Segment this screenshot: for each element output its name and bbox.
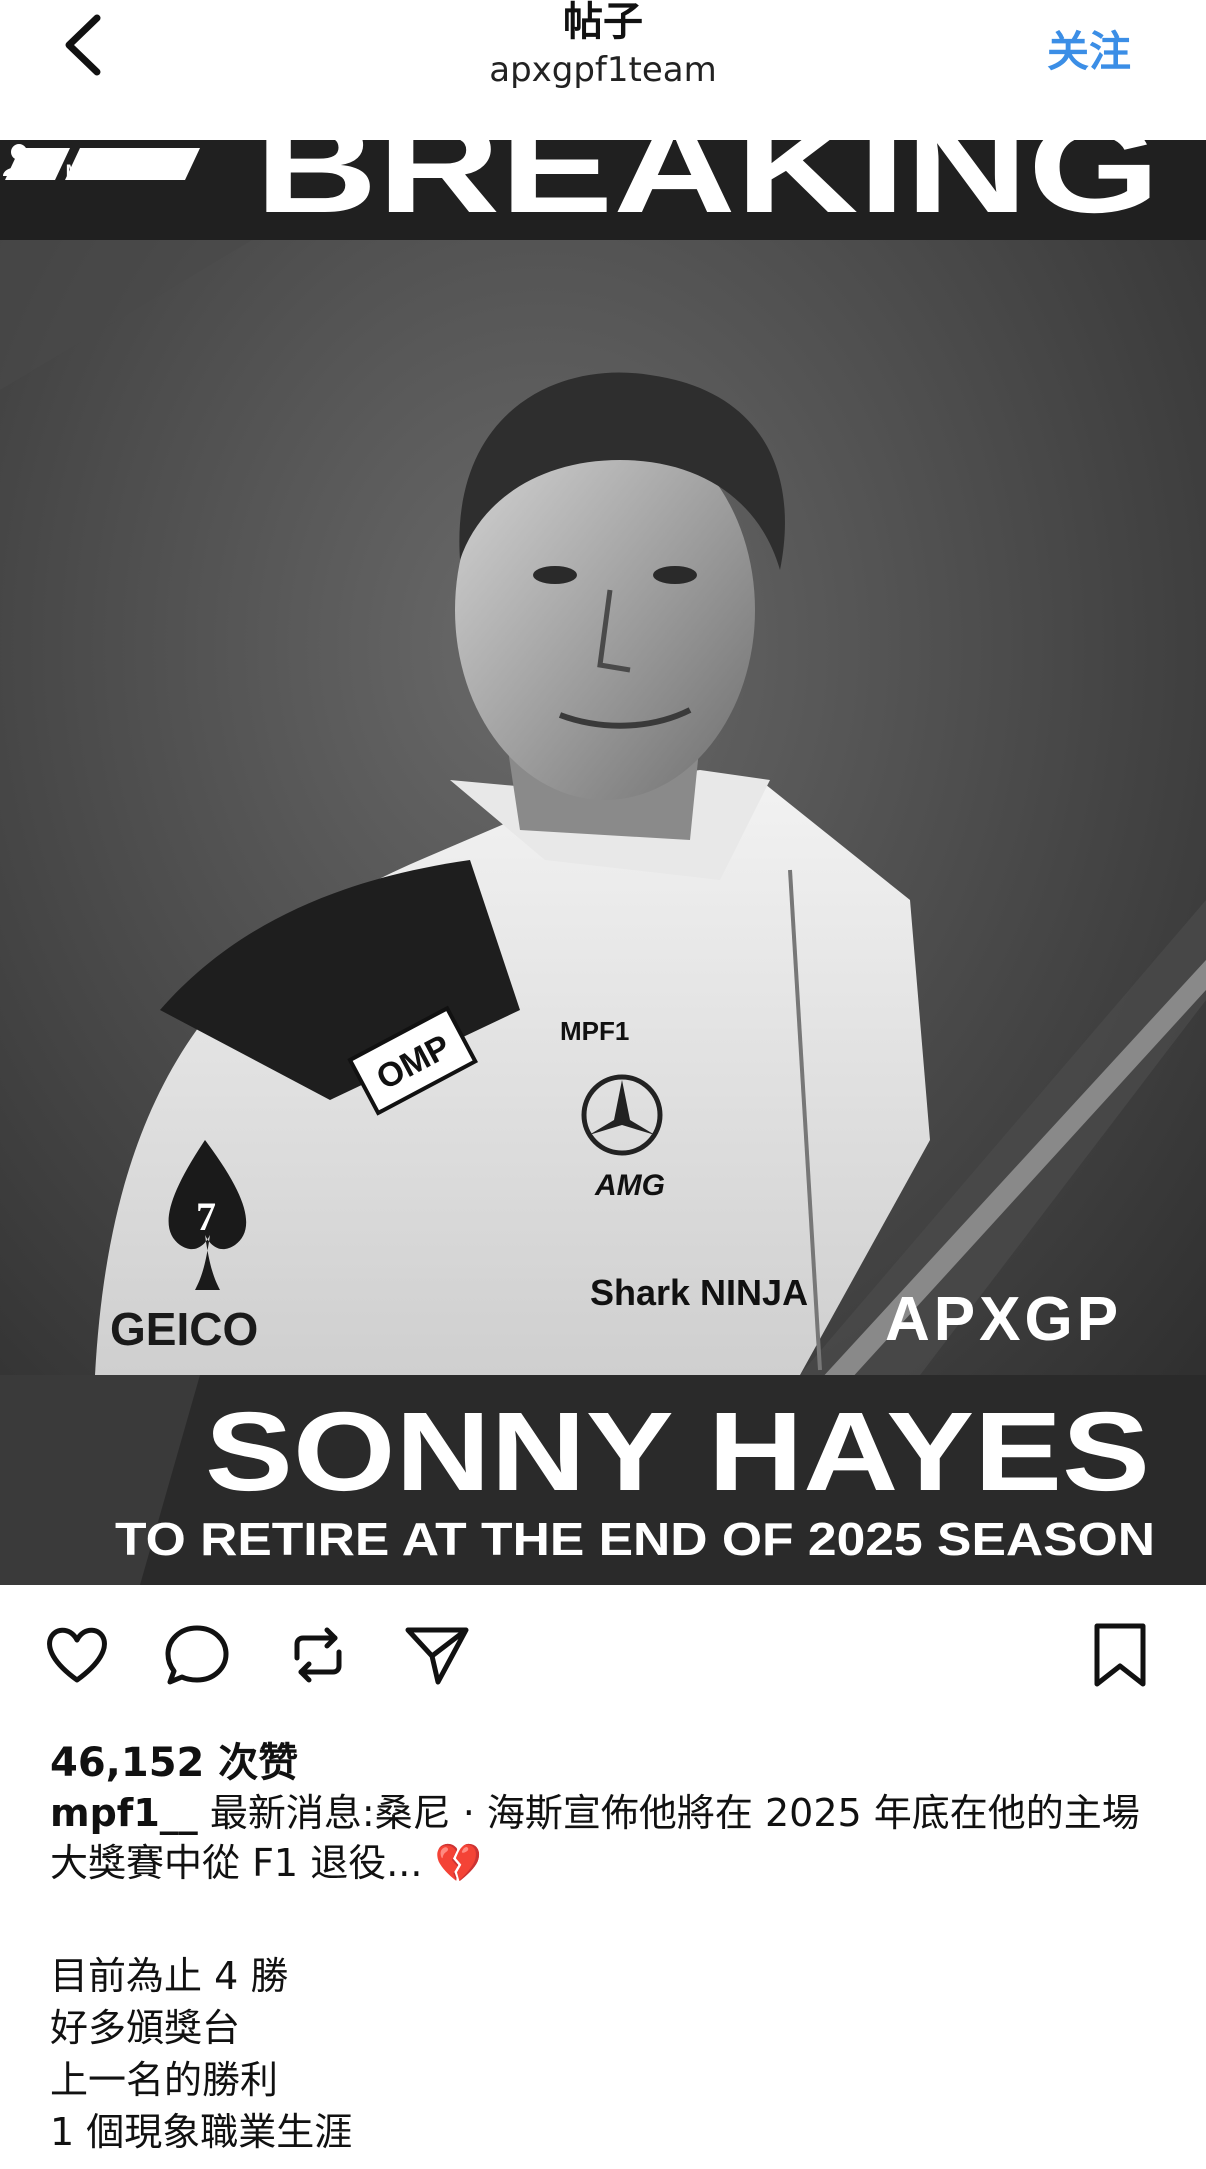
comment-icon[interactable] xyxy=(162,1620,232,1690)
headline-name: SONNY HAYES xyxy=(205,1389,1150,1514)
caption-username[interactable]: mpf1__ xyxy=(50,1791,198,1835)
top-bar: 帖子 apxgpf1team 关注 xyxy=(0,0,1206,140)
follow-button[interactable]: 关注 xyxy=(1047,18,1131,79)
caption-line: 1 個現象職業生涯 xyxy=(50,2110,353,2154)
heart-icon[interactable] xyxy=(42,1620,112,1690)
suit-logo-geico: GEICO xyxy=(110,1303,258,1355)
suit-logo-mpf1: MPF1 xyxy=(560,1016,629,1046)
caption-text: 最新消息:桑尼 · 海斯宣佈他將在 2025 年底在他的主場大獎賽中從 F1 退… xyxy=(50,1791,1140,1885)
person-icon[interactable] xyxy=(0,140,38,178)
bookmark-icon[interactable] xyxy=(1085,1620,1155,1690)
account-name[interactable]: apxgpf1team xyxy=(0,50,1206,90)
caption-lines: 目前為止 4 勝 好多頒獎台 上一名的勝利 1 個現象職業生涯 xyxy=(50,1950,352,2158)
caption-line: 好多頒獎台 xyxy=(50,2006,241,2050)
breaking-banner: BREAKING xyxy=(255,140,1160,240)
suit-number: 7 xyxy=(196,1194,216,1239)
caption-line: 目前為止 4 勝 xyxy=(50,1954,289,1998)
headline-subline: TO RETIRE AT THE END OF 2025 SEASON xyxy=(115,1513,1155,1565)
post-image[interactable]: THE MOVIE BREAKING OMP MPF1 AMG Shark NI… xyxy=(0,140,1206,1585)
repost-icon[interactable] xyxy=(283,1620,353,1690)
caption-line: 上一名的勝利 xyxy=(50,2058,279,2102)
post-caption: mpf1__ 最新消息:桑尼 · 海斯宣佈他將在 2025 年底在他的主場大獎賽… xyxy=(50,1788,1170,1888)
post-image-graphic: THE MOVIE BREAKING OMP MPF1 AMG Shark NI… xyxy=(0,140,1206,1585)
team-logo: APXGP xyxy=(885,1285,1122,1354)
page-title: 帖子 xyxy=(563,0,643,45)
suit-logo-shark: Shark NINJA xyxy=(590,1272,808,1313)
send-icon[interactable] xyxy=(402,1620,472,1690)
like-count[interactable]: 46,152 次赞 xyxy=(50,1730,298,1788)
suit-logo-amg: AMG xyxy=(594,1169,665,1202)
